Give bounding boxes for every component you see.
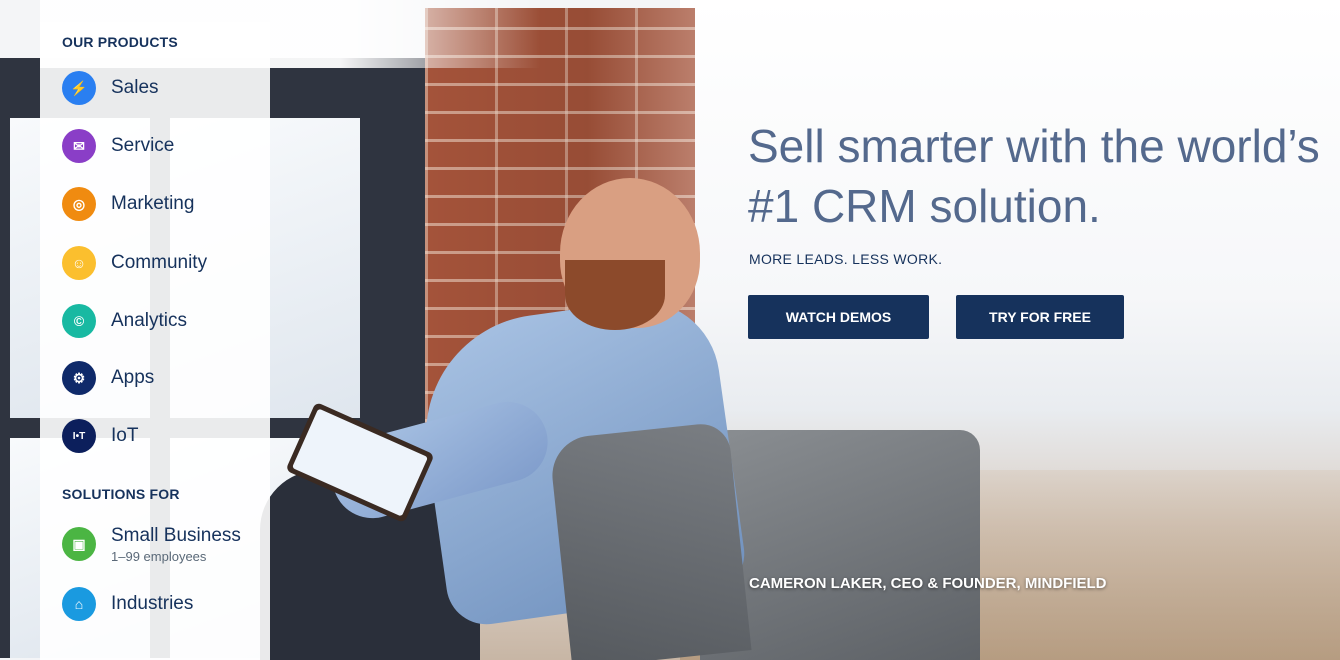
nav-item-marketing[interactable]: ◎ Marketing: [62, 184, 194, 224]
nav-item-label: Marketing: [111, 193, 195, 214]
nav-item-label: IoT: [111, 425, 139, 446]
testimonial-caption: CAMERON LAKER, CEO & FOUNDER, MINDFIELD: [749, 575, 1107, 592]
chat-bubble-icon: ✉: [62, 129, 96, 163]
iot-device-icon: I•T: [62, 419, 96, 453]
solutions-for-heading: SOLUTIONS FOR: [62, 486, 180, 502]
nav-item-community[interactable]: ☺ Community: [62, 243, 207, 283]
storefront-icon: ▣: [62, 527, 96, 561]
hero-title: Sell smarter with the world’s #1 CRM sol…: [748, 120, 1320, 232]
phone-bolt-icon: ⚡: [62, 71, 96, 105]
our-products-heading: OUR PRODUCTS: [62, 34, 178, 50]
location-pin-icon: ◎: [62, 187, 96, 221]
nav-item-label: Apps: [111, 367, 155, 388]
person-beard: [565, 260, 665, 330]
hero-subtitle: MORE LEADS. LESS WORK.: [749, 251, 943, 267]
watch-demos-button[interactable]: WATCH DEMOS: [748, 295, 929, 339]
nav-item-small-business[interactable]: ▣ Small Business 1–99 employees: [62, 520, 241, 568]
nav-item-label: Service: [111, 135, 175, 156]
nav-item-label: Analytics: [111, 310, 188, 331]
people-icon: ☺: [62, 246, 96, 280]
nav-item-text: Small Business 1–99 employees: [111, 525, 241, 564]
nav-item-sales[interactable]: ⚡ Sales: [62, 68, 159, 108]
nav-item-industries[interactable]: ⌂ Industries: [62, 584, 193, 624]
nav-item-label: Small Business: [111, 524, 241, 546]
nav-item-sublabel: 1–99 employees: [111, 548, 207, 564]
analytics-swirl-icon: ©: [62, 304, 96, 338]
gear-compass-icon: ⚙: [62, 361, 96, 395]
nav-item-label: Sales: [111, 77, 159, 98]
sofa-arm: [548, 421, 752, 660]
nav-item-label: Community: [111, 252, 208, 273]
industry-building-icon: ⌂: [62, 587, 96, 621]
nav-item-iot[interactable]: I•T IoT: [62, 416, 138, 456]
try-for-free-button[interactable]: TRY FOR FREE: [956, 295, 1124, 339]
nav-item-apps[interactable]: ⚙ Apps: [62, 358, 154, 398]
nav-item-service[interactable]: ✉ Service: [62, 126, 174, 166]
nav-item-analytics[interactable]: © Analytics: [62, 301, 187, 341]
nav-item-label: Industries: [111, 593, 194, 614]
